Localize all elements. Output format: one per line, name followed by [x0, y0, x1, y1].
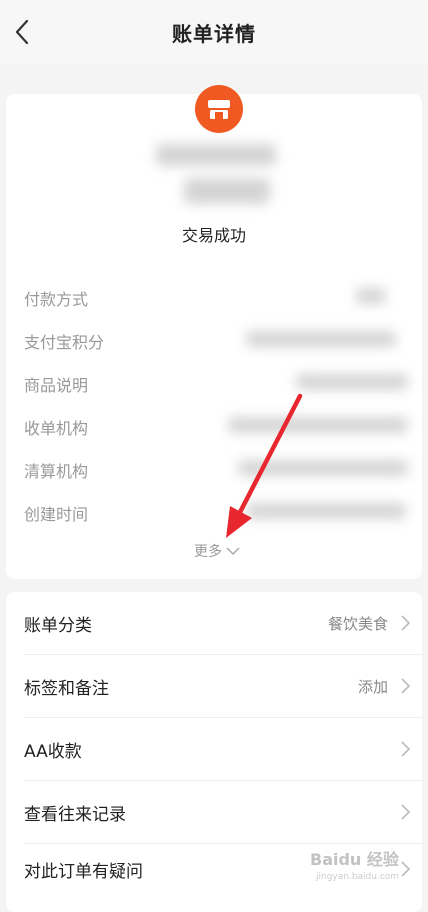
detail-label-acquirer: 收单机构	[24, 419, 89, 438]
row-bill-category[interactable]: 账单分类 餐饮美食	[6, 592, 422, 655]
detail-value-blurred	[238, 460, 408, 476]
row-label: 标签和备注	[24, 679, 109, 699]
detail-label-clearing: 清算机构	[24, 462, 89, 481]
row-label: AA收款	[24, 742, 82, 762]
detail-value-blurred	[356, 288, 386, 304]
row-aa-collect[interactable]: AA收款	[6, 718, 422, 781]
transaction-card: 交易成功 付款方式 支付宝积分 商品说明 收单机构 清算机构 创建时间 更多	[6, 85, 422, 579]
row-value: 添加	[357, 678, 388, 696]
transaction-status: 交易成功	[181, 226, 246, 245]
detail-label-created-time: 创建时间	[24, 505, 89, 524]
row-value: 餐饮美食	[327, 615, 388, 633]
amount-blurred	[184, 178, 270, 204]
row-label: 对此订单有疑问	[24, 862, 143, 882]
detail-value-blurred	[296, 374, 408, 390]
header-bar: 账单详情	[0, 0, 428, 64]
baidu-watermark: Baidu 经验 jingyan.baidu.com	[310, 846, 420, 890]
row-label: 账单分类	[24, 616, 92, 636]
row-tags-notes[interactable]: 标签和备注 添加	[6, 655, 422, 718]
shop-icon	[195, 85, 243, 133]
detail-value-blurred	[246, 503, 406, 519]
chevron-right-icon	[401, 615, 411, 631]
chevron-right-icon	[401, 804, 411, 820]
chevron-down-icon	[226, 547, 240, 556]
detail-value-blurred	[246, 331, 396, 347]
detail-value-blurred	[228, 417, 408, 433]
detail-label-points: 支付宝积分	[24, 333, 105, 352]
page-title: 账单详情	[172, 22, 256, 46]
detail-label-product: 商品说明	[24, 376, 89, 395]
watermark-sub: jingyan.baidu.com	[316, 872, 400, 882]
row-label: 查看往来记录	[24, 805, 126, 825]
row-view-history[interactable]: 查看往来记录	[6, 781, 422, 844]
merchant-name-blurred	[156, 144, 276, 166]
more-details-toggle[interactable]: 更多	[194, 541, 240, 561]
more-label: 更多	[194, 544, 222, 560]
chevron-right-icon	[401, 741, 411, 757]
chevron-right-icon	[401, 678, 411, 694]
detail-label-payment-method: 付款方式	[24, 290, 89, 309]
watermark-text: Baidu 经验	[310, 850, 399, 869]
